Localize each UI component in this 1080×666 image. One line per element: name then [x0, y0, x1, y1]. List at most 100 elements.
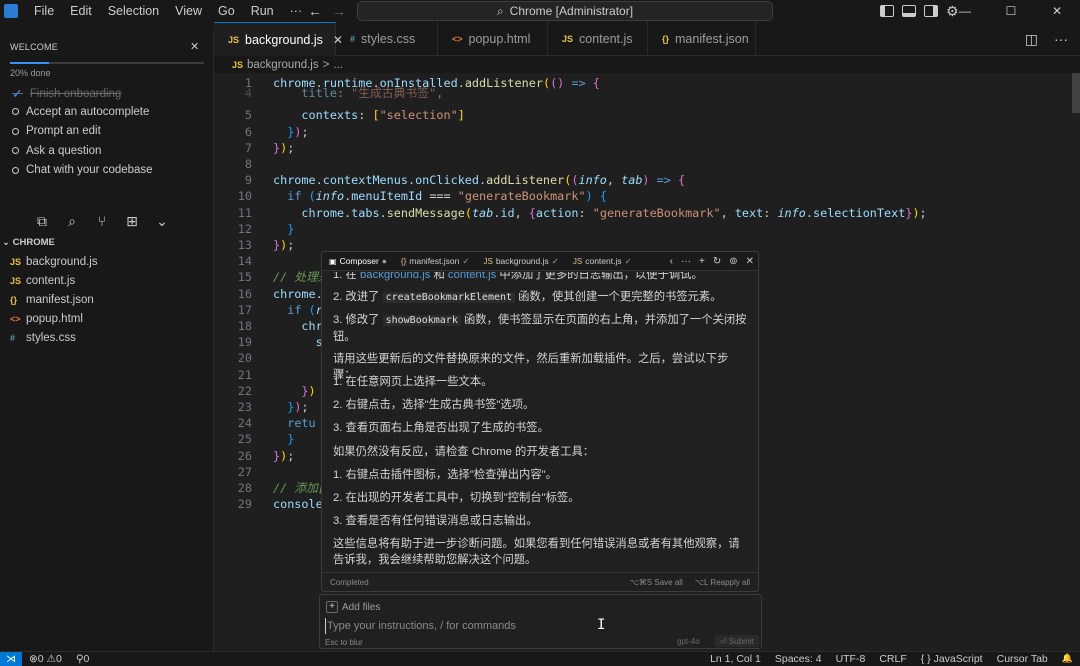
command-center[interactable]: ⌕ Chrome [Administrator]	[357, 1, 773, 21]
breadcrumb-rest[interactable]: ...	[333, 59, 343, 71]
file-item-manifest-json[interactable]: {} manifest.json	[10, 291, 94, 309]
line-number: 10	[237, 189, 252, 204]
tab-popup-html[interactable]: <> popup.html	[438, 22, 548, 56]
line-number: 5	[244, 108, 252, 123]
composer-actions: ‹ ··· + ↻ ⊚ ✕	[670, 252, 754, 271]
expand-icon[interactable]: ⊚	[729, 256, 737, 267]
end-of-line[interactable]: CRLF	[872, 653, 913, 665]
history-icon[interactable]: ↻	[713, 256, 721, 267]
code-line: 11 chrome.tabs.sendMessage(tab.id, {acti…	[214, 205, 1074, 221]
title-bar: File Edit Selection View Go Run ··· ← → ⌕ Chro…	[0, 0, 1080, 22]
onboarding-item[interactable]: Ask a question	[12, 145, 101, 157]
cursor-tab-status[interactable]: Cursor Tab	[990, 653, 1055, 665]
composer-message-paragraph: 2. 右键点击，选择"生成古典书签"选项。	[333, 399, 535, 411]
composer-tab[interactable]: ▣ Composer ●	[322, 252, 394, 271]
instructions-input[interactable]	[325, 618, 755, 634]
code-text: });	[273, 448, 295, 463]
menu-more[interactable]: ···	[282, 0, 311, 22]
submit-button[interactable]: ⏎ Submit	[715, 635, 759, 647]
forward-arrow-icon[interactable]: →	[332, 3, 346, 19]
back-arrow-icon[interactable]: ←	[308, 3, 322, 19]
editor-tabs: JS background.js ✕ # styles.css <> popup.html J…	[214, 22, 1080, 56]
scrollbar[interactable]	[1072, 73, 1080, 113]
tab-label: content.js	[579, 32, 633, 46]
file-item-styles-css[interactable]: # styles.css	[10, 329, 76, 347]
code-line: 4 title: "生成古典书签",	[214, 85, 1074, 101]
close-icon[interactable]: ✕	[190, 40, 199, 53]
composer-message-paragraph: 3. 查看页面右上角是否出现了生成的书签。	[333, 422, 549, 434]
tab-content-js[interactable]: JS content.js	[548, 22, 648, 56]
minimize-button[interactable]: —	[942, 0, 988, 22]
composer-tab[interactable]: JS background.js ✓	[476, 252, 565, 271]
file-type-icon: JS	[572, 256, 583, 266]
file-type-icon: {}	[400, 256, 407, 266]
line-number: 18	[237, 319, 252, 333]
code-text: if (info.menuItemId === "generateBookmar…	[287, 189, 607, 204]
onboarding-item[interactable]: Chat with your codebase	[12, 164, 153, 176]
layout-sidebar-right-icon[interactable]	[924, 5, 938, 17]
line-number: 9	[244, 173, 252, 188]
extensions-icon[interactable]: ⊞	[124, 213, 140, 229]
file-item-popup-html[interactable]: <> popup.html	[10, 310, 83, 328]
reapply-all-button[interactable]: ⌥L Reapply all	[695, 578, 750, 587]
code-text: });	[273, 140, 295, 155]
composer-tab[interactable]: {} manifest.json ✓	[394, 252, 477, 271]
composer-message-paragraph: 这些信息将有助于进一步诊断问题。如果您看到任何错误消息或者有其他观察，请告诉我，…	[333, 538, 740, 566]
line-number: 6	[244, 124, 252, 139]
line-number: 23	[237, 400, 252, 414]
explorer-header[interactable]: ⌄ CHROME	[0, 237, 55, 248]
menu-edit[interactable]: Edit	[62, 0, 100, 22]
menu-view[interactable]: View	[167, 0, 210, 22]
breadcrumb-file[interactable]: background.js	[247, 59, 319, 71]
split-editor-icon[interactable]: ◫	[1025, 31, 1038, 48]
chevron-down-icon[interactable]: ⌄	[154, 213, 170, 229]
onboarding-item-label: Chat with your codebase	[26, 164, 153, 177]
plus-icon[interactable]: +	[699, 256, 705, 267]
breadcrumb-separator: >	[322, 59, 330, 71]
nav-arrows: ← →	[308, 0, 346, 22]
file-item-background-js[interactable]: JS background.js	[10, 253, 98, 271]
indentation[interactable]: Spaces: 4	[768, 653, 829, 665]
onboarding-item[interactable]: Accept an autocomplete	[12, 106, 149, 118]
file-type-icon: <>	[452, 34, 463, 44]
layout-panel-icon[interactable]	[902, 5, 916, 17]
more-icon[interactable]: ···	[681, 256, 691, 267]
more-actions-icon[interactable]: ···	[1054, 31, 1068, 48]
code-text: });	[287, 124, 309, 139]
problems-count[interactable]: ⊗0 ⚠0	[22, 653, 69, 665]
tab-background-js[interactable]: JS background.js ✕	[214, 22, 343, 56]
chevron-left-icon[interactable]: ‹	[670, 256, 673, 267]
search-icon[interactable]: ⌕	[64, 213, 80, 229]
menu-selection[interactable]: Selection	[100, 0, 167, 22]
onboarding-item[interactable]: Prompt an edit	[12, 125, 101, 137]
line-number: 21	[237, 367, 252, 382]
menu-go[interactable]: Go	[210, 0, 243, 22]
remote-icon[interactable]: ⋊	[0, 651, 22, 666]
cursor-position[interactable]: Ln 1, Col 1	[703, 653, 768, 665]
model-selector[interactable]: gpt-4o	[677, 637, 700, 646]
tab-styles-css[interactable]: # styles.css	[336, 22, 438, 56]
menu-file[interactable]: File	[26, 0, 62, 22]
explorer-icon[interactable]: ⧉	[34, 213, 50, 229]
composer-tab[interactable]: JS content.js ✓	[566, 252, 639, 271]
source-control-icon[interactable]: ⑂	[94, 213, 110, 229]
mouse-cursor-icon: I	[597, 617, 606, 633]
notification-bell-icon[interactable]: 🔔	[1055, 653, 1080, 665]
menu-run[interactable]: Run	[243, 0, 282, 22]
close-window-button[interactable]: ✕	[1034, 0, 1080, 22]
onboarding-item[interactable]: ✓ Finish onboarding	[12, 86, 121, 102]
composer-message-paragraph: 3. 查看是否有任何错误消息或日志输出。	[333, 515, 538, 527]
close-icon[interactable]: ✕	[746, 256, 754, 267]
maximize-button[interactable]: ☐	[988, 0, 1034, 22]
save-all-button[interactable]: ⌥⌘S Save all	[630, 578, 683, 587]
composer-tab-label: manifest.json	[409, 256, 460, 266]
tab-manifest-json[interactable]: {} manifest.json	[648, 22, 756, 56]
add-files-button[interactable]: + Add files	[326, 601, 380, 613]
file-item-content-js[interactable]: JS content.js	[10, 272, 75, 290]
encoding[interactable]: UTF-8	[829, 653, 873, 665]
language-mode[interactable]: { } JavaScript	[914, 653, 990, 665]
layout-sidebar-left-icon[interactable]	[880, 5, 894, 17]
composer-message-paragraph: 2. 在出现的开发者工具中，切换到"控制台"标签。	[333, 492, 580, 504]
line-number: 28	[237, 481, 252, 495]
ports-count[interactable]: ⚲0	[69, 653, 97, 665]
